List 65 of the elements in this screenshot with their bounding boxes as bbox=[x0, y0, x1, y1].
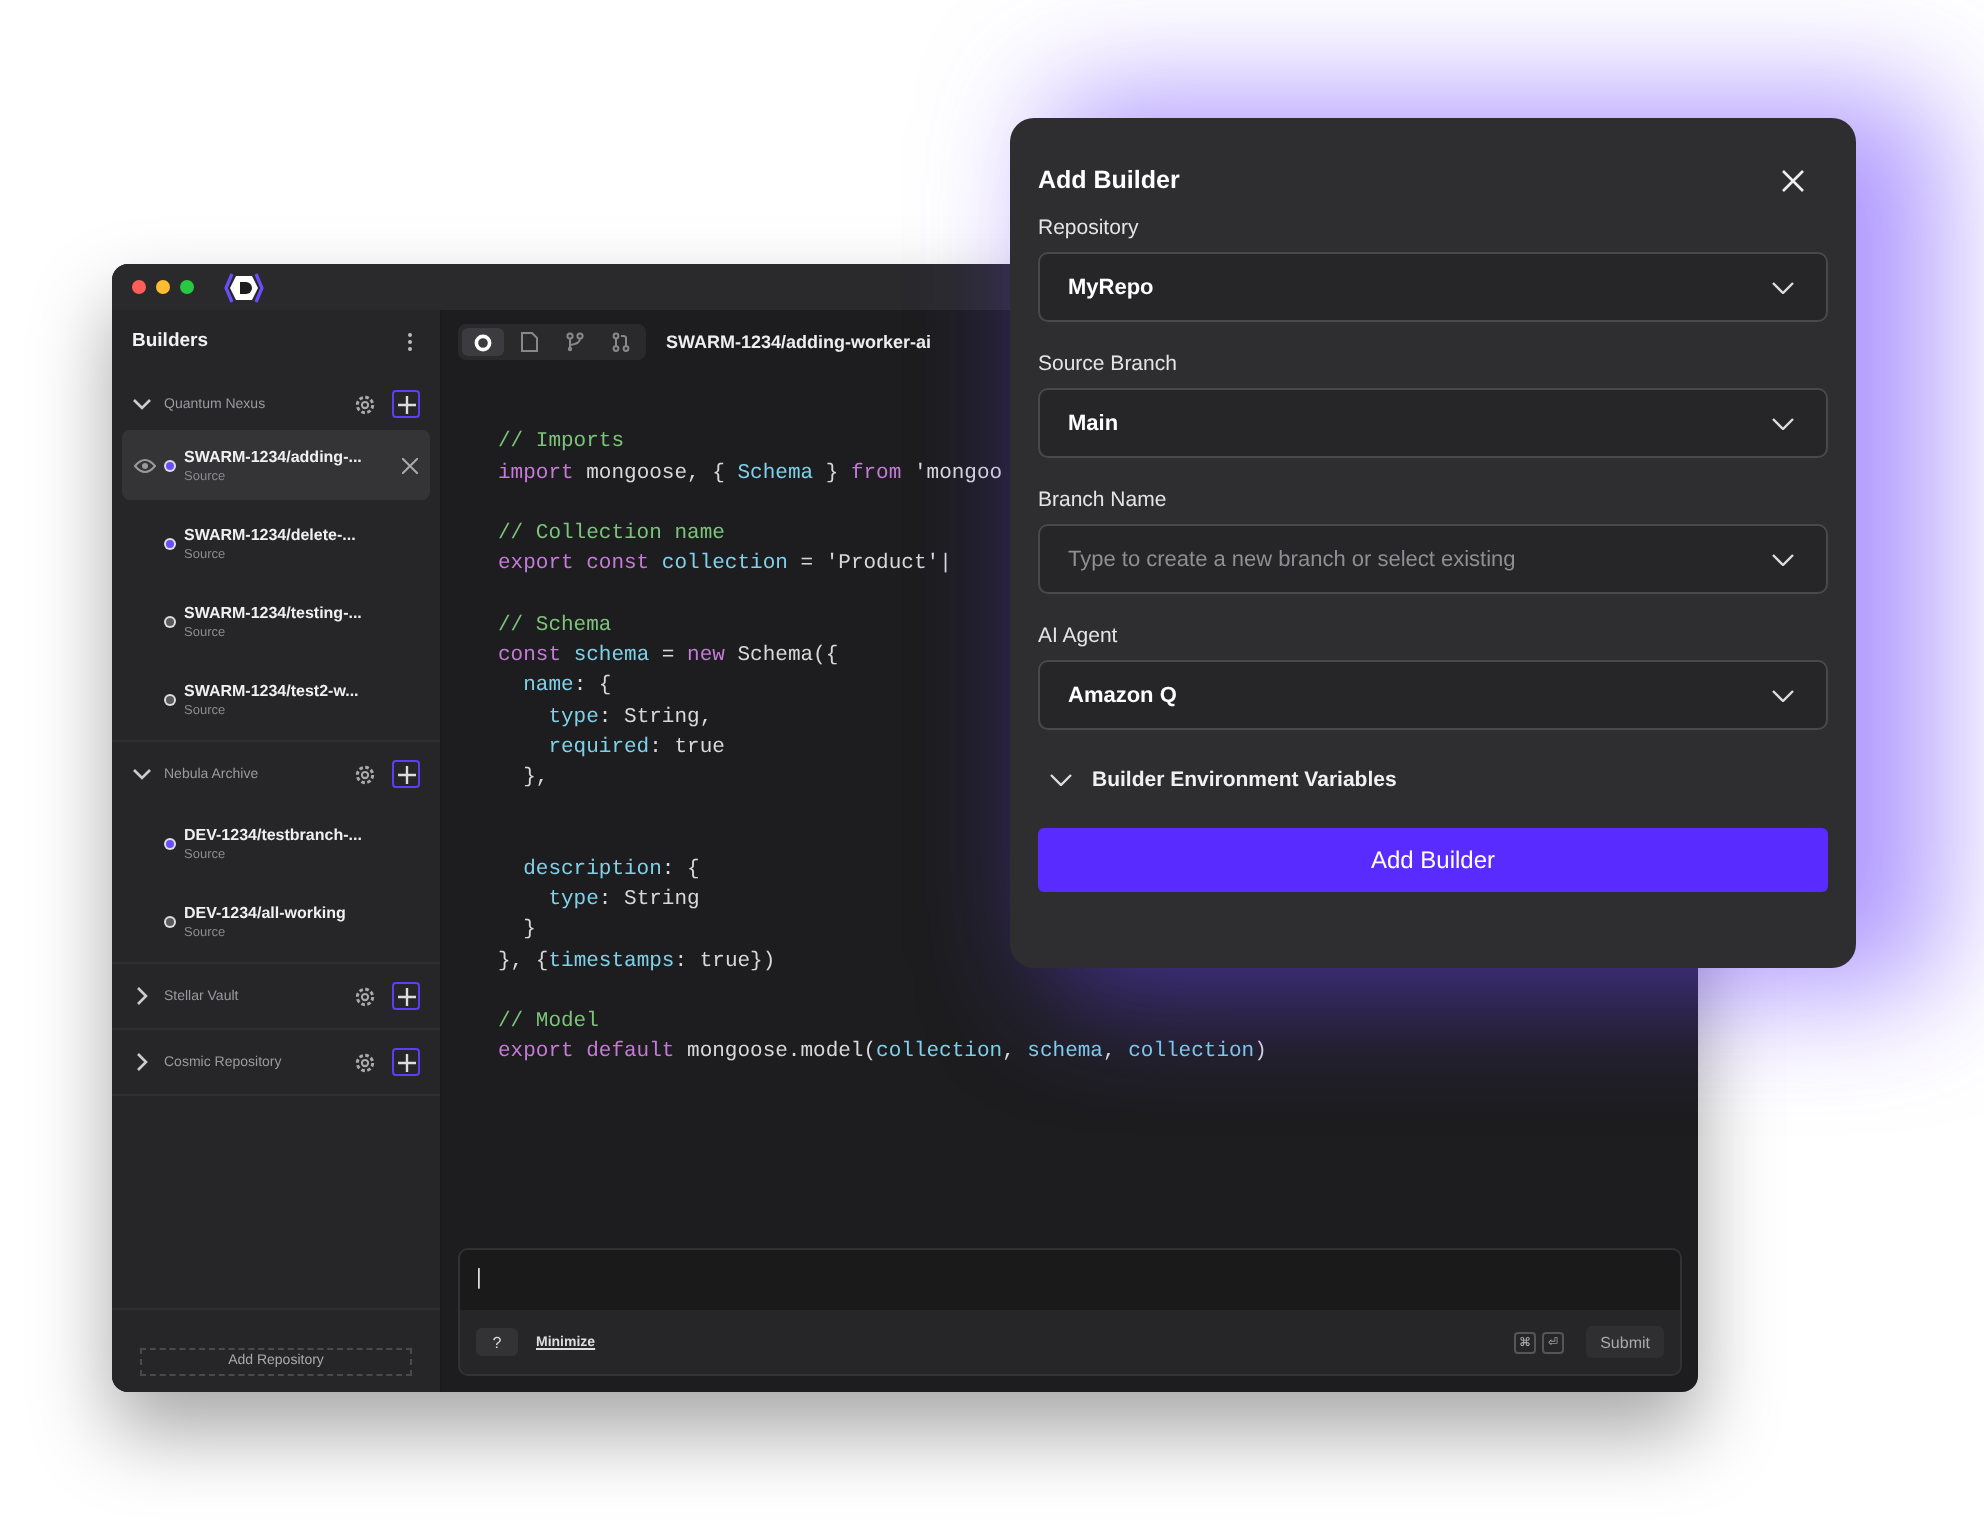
file-icon bbox=[520, 332, 538, 352]
prompt-field[interactable]: | bbox=[460, 1250, 1680, 1310]
code-line: type: String, bbox=[546, 705, 713, 729]
branch-name: SWARM-1234/delete-... bbox=[184, 525, 358, 543]
circle-icon bbox=[474, 333, 492, 351]
branch-name: SWARM-1234/testing-... bbox=[184, 603, 364, 621]
code-line: required: true bbox=[546, 735, 725, 760]
add-builder-button[interactable] bbox=[392, 982, 420, 1010]
add-builder-button[interactable] bbox=[392, 1048, 420, 1076]
view-tab[interactable] bbox=[462, 328, 504, 356]
code-line: name: { bbox=[521, 674, 612, 699]
code-line: import mongoose, { Schema } from 'mongoo bbox=[498, 461, 1003, 485]
code-line: // Imports bbox=[498, 430, 625, 455]
code-line: // Schema bbox=[498, 613, 612, 638]
branch-name: SWARM-1234/test2-w... bbox=[184, 681, 361, 699]
field-label: AI Agent bbox=[1038, 624, 1120, 648]
code-line: // Model bbox=[498, 1010, 599, 1034]
code-line: type: String bbox=[546, 888, 700, 912]
chevron-down-icon[interactable] bbox=[1772, 417, 1794, 429]
code-line: const schema = new Schema({ bbox=[498, 644, 839, 668]
settings-icon[interactable] bbox=[354, 393, 376, 415]
more-icon[interactable] bbox=[406, 331, 414, 351]
code-line: export default mongoose.model(collection, schema, collection) bbox=[498, 1040, 1267, 1065]
code-line: }, bbox=[521, 766, 549, 790]
branch-title: SWARM-1234/adding-worker-ai bbox=[666, 332, 932, 352]
eye-icon[interactable] bbox=[134, 457, 156, 473]
dropdown-field[interactable]: Amazon Q bbox=[1038, 660, 1828, 730]
chevron-icon[interactable] bbox=[132, 986, 152, 1006]
chevron-down-icon[interactable] bbox=[1772, 553, 1794, 565]
section-toggle[interactable]: Builder Environment Variables bbox=[1092, 768, 1397, 792]
branch-name: DEV-1234/all-working bbox=[184, 903, 348, 921]
code-line: export const collection = 'Product'| bbox=[498, 552, 952, 577]
settings-icon[interactable] bbox=[354, 763, 376, 785]
field-label: Source Branch bbox=[1038, 352, 1179, 376]
branch-name: DEV-1234/testbranch-... bbox=[184, 825, 364, 843]
dropdown-field[interactable]: Type to create a new branch or select existing bbox=[1038, 524, 1828, 594]
code-line: } bbox=[521, 918, 536, 943]
hexagon-logo-icon bbox=[224, 271, 264, 303]
code-line: description: { bbox=[521, 857, 700, 882]
branch-icon bbox=[566, 332, 584, 352]
add-builder-button[interactable] bbox=[392, 390, 420, 418]
dropdown-field[interactable]: MyRepo bbox=[1038, 252, 1828, 322]
field-label: Repository bbox=[1038, 216, 1141, 240]
close-icon[interactable] bbox=[402, 457, 418, 473]
add-builder-button[interactable] bbox=[392, 760, 420, 788]
chevron-icon[interactable] bbox=[132, 394, 152, 414]
chevron-down-icon[interactable] bbox=[1772, 281, 1794, 293]
chevron-icon[interactable] bbox=[132, 764, 152, 784]
settings-icon[interactable] bbox=[354, 1051, 376, 1073]
chevron-icon[interactable] bbox=[132, 1052, 152, 1072]
window-controls-icon[interactable] bbox=[132, 280, 194, 294]
sidebar-title: Builders bbox=[132, 330, 209, 352]
code-line: }, {timestamps: true}) bbox=[498, 949, 776, 973]
chevron-icon[interactable] bbox=[1050, 774, 1072, 786]
settings-icon[interactable] bbox=[354, 985, 376, 1007]
dropdown-field[interactable]: Main bbox=[1038, 388, 1828, 458]
help-button[interactable]: ? bbox=[476, 1328, 518, 1356]
code-line: // Collection name bbox=[498, 522, 725, 546]
dialog-title: Add Builder bbox=[1038, 166, 1180, 194]
submit-button[interactable]: Submit bbox=[1586, 1326, 1664, 1358]
add-builder-button[interactable]: Add Builder bbox=[1038, 828, 1828, 892]
chevron-down-icon[interactable] bbox=[1772, 689, 1794, 701]
branch-name: SWARM-1234/adding-... bbox=[184, 447, 364, 465]
pull-request-icon bbox=[612, 332, 630, 352]
field-label: Branch Name bbox=[1038, 488, 1169, 512]
